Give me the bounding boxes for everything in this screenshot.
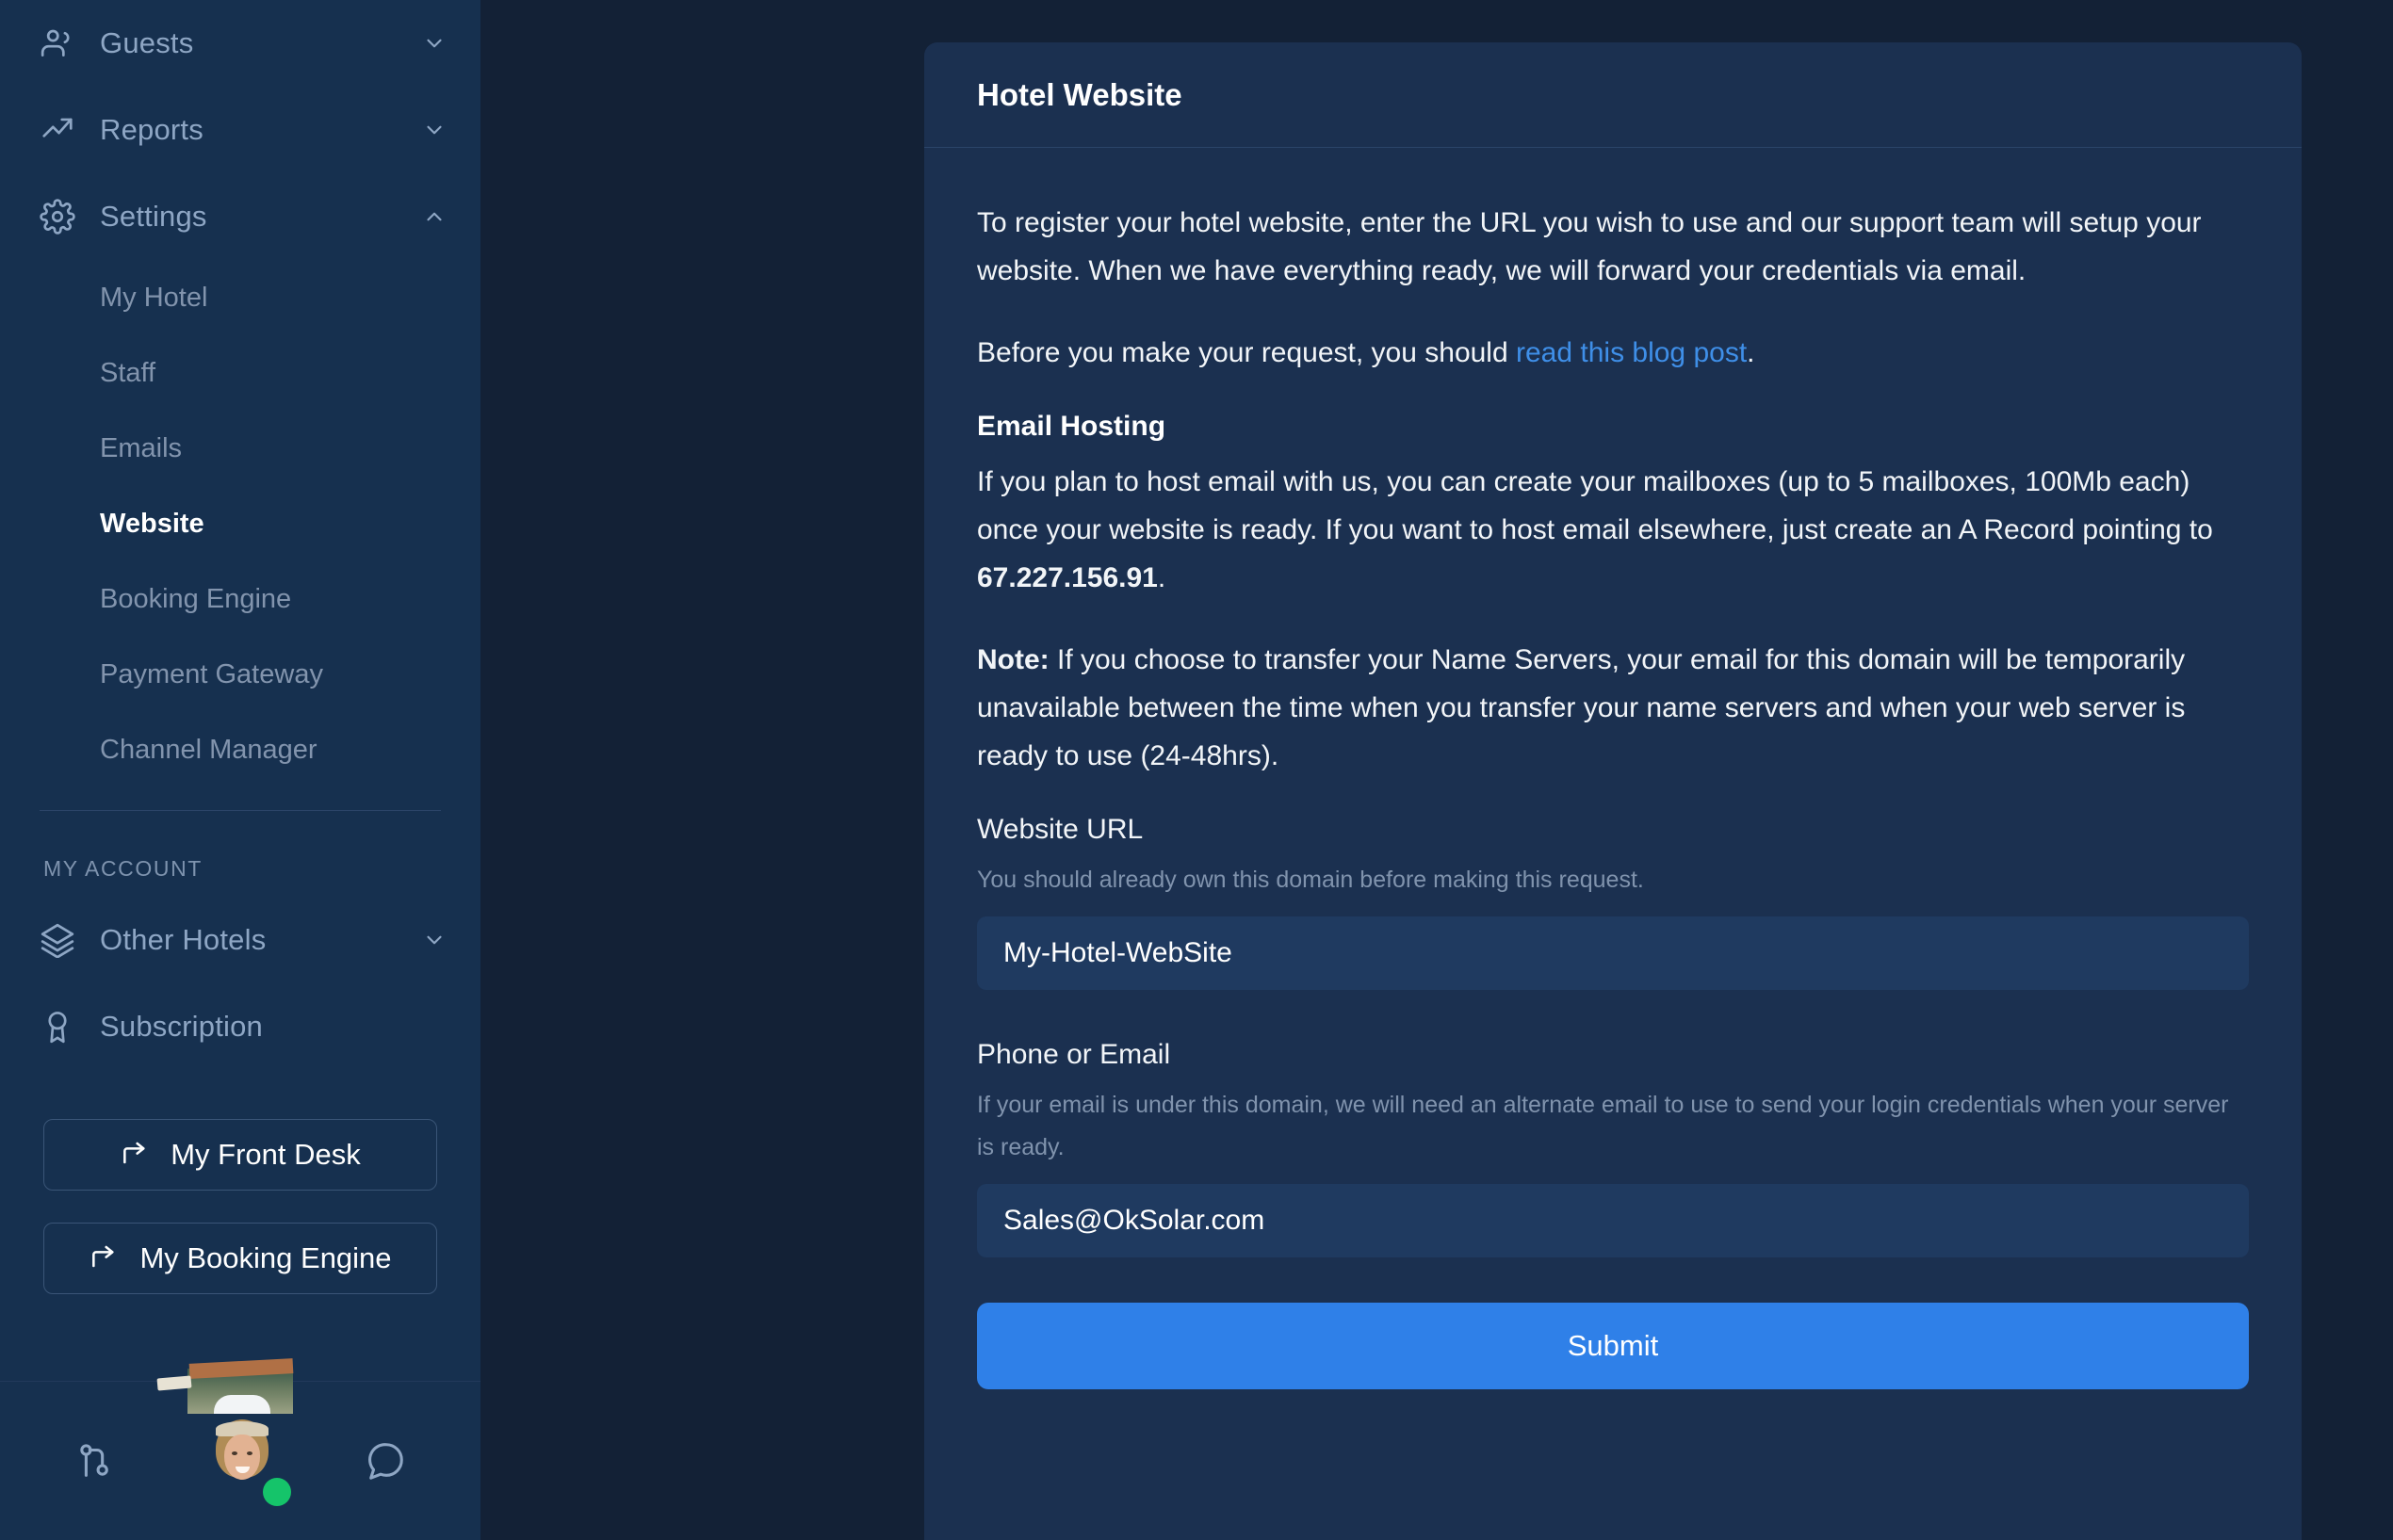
trending-up-icon	[40, 112, 75, 148]
email-hosting-paragraph: If you plan to host email with us, you c…	[977, 458, 2249, 602]
card-body: To register your hotel website, enter th…	[924, 148, 2302, 1389]
external-link-icon	[89, 1243, 119, 1273]
external-link-icon	[120, 1140, 150, 1170]
email-hosting-text: If you plan to host email with us, you c…	[977, 466, 2213, 545]
email-hosting-heading: Email Hosting	[977, 411, 1166, 442]
sidebar-item-label: Settings	[100, 200, 207, 233]
sidebar-item-guests[interactable]: Guests	[0, 0, 480, 87]
sidebar-item-staff[interactable]: Staff	[0, 335, 480, 411]
chevron-up-icon[interactable]	[422, 204, 447, 229]
avatar[interactable]	[156, 1357, 294, 1508]
website-url-input[interactable]	[977, 916, 2249, 990]
sidebar-item-subscription[interactable]: Subscription	[0, 983, 480, 1070]
sidebar-item-booking-engine[interactable]: Booking Engine	[0, 561, 480, 637]
submit-button[interactable]: Submit	[977, 1303, 2249, 1389]
sidebar-item-settings[interactable]: Settings	[0, 173, 480, 260]
chevron-down-icon[interactable]	[422, 118, 447, 142]
app-root: Guests Reports Settings My Hotel Staff E…	[0, 0, 2393, 1540]
sidebar-item-emails[interactable]: Emails	[0, 411, 480, 486]
read-blog-post-link[interactable]: read this blog post	[1516, 337, 1747, 368]
sidebar-subitem-label: My Hotel	[100, 282, 208, 313]
sidebar-item-label: Reports	[100, 113, 203, 146]
intro-paragraph: To register your hotel website, enter th…	[977, 207, 2202, 286]
phone-or-email-input[interactable]	[977, 1184, 2249, 1257]
award-icon	[40, 1009, 75, 1045]
note-text: If you choose to transfer your Name Serv…	[977, 644, 2186, 771]
users-icon	[40, 25, 75, 61]
sidebar-subitem-label: Channel Manager	[100, 734, 317, 765]
sidebar-item-reports[interactable]: Reports	[0, 87, 480, 173]
chevron-down-icon[interactable]	[422, 928, 447, 952]
sidebar-subitem-label: Emails	[100, 432, 183, 463]
sidebar-footer	[0, 1357, 480, 1540]
sidebar-item-label: Guests	[100, 26, 194, 59]
sidebar-item-other-hotels[interactable]: Other Hotels	[0, 897, 480, 983]
sidebar-subitem-label: Staff	[100, 357, 156, 388]
blog-suffix-text: .	[1747, 337, 1755, 368]
button-label: My Booking Engine	[139, 1241, 392, 1274]
layers-icon	[40, 922, 75, 958]
gear-icon	[40, 199, 75, 235]
my-front-desk-button[interactable]: My Front Desk	[43, 1119, 437, 1191]
git-branch-icon[interactable]	[73, 1439, 117, 1483]
blog-prefix-text: Before you make your request, you should	[977, 337, 1516, 368]
chat-bubble-icon[interactable]	[364, 1439, 407, 1483]
my-booking-engine-button[interactable]: My Booking Engine	[43, 1223, 437, 1294]
card-header: Hotel Website	[924, 42, 2302, 148]
phone-or-email-help: If your email is under this domain, we w…	[977, 1092, 2229, 1160]
sidebar-item-channel-manager[interactable]: Channel Manager	[0, 712, 480, 787]
sidebar-item-payment-gateway[interactable]: Payment Gateway	[0, 637, 480, 712]
sidebar-subitem-label: Website	[100, 508, 204, 539]
sidebar-item-my-hotel[interactable]: My Hotel	[0, 260, 480, 335]
email-hosting-suffix: .	[1157, 562, 1166, 593]
sidebar-nav: Guests Reports Settings My Hotel Staff E…	[0, 0, 480, 1294]
website-url-label: Website URL	[977, 814, 1144, 845]
sidebar-scroll-content: Guests Reports Settings My Hotel Staff E…	[0, 0, 480, 1540]
a-record-ip: 67.227.156.91	[977, 562, 1158, 593]
note-paragraph: Note: If you choose to transfer your Nam…	[977, 636, 2249, 780]
phone-or-email-label: Phone or Email	[977, 1039, 1171, 1070]
sidebar-subitem-label: Payment Gateway	[100, 658, 323, 689]
sidebar-item-website[interactable]: Website	[0, 486, 480, 561]
button-label: My Front Desk	[171, 1138, 361, 1171]
sidebar-subitem-label: Booking Engine	[100, 583, 292, 614]
chevron-down-icon[interactable]	[422, 31, 447, 56]
sidebar-item-label: Other Hotels	[100, 923, 267, 956]
status-badge	[263, 1477, 291, 1506]
main-content: Hotel Website To register your hotel web…	[480, 0, 2393, 1540]
website-url-help: You should already own this domain befor…	[977, 867, 1644, 893]
blog-post-paragraph: Before you make your request, you should…	[977, 329, 2249, 377]
sidebar: Guests Reports Settings My Hotel Staff E…	[0, 0, 480, 1540]
sidebar-section-label: MY ACCOUNT	[43, 856, 203, 881]
page-title: Hotel Website	[977, 76, 1182, 112]
sidebar-item-label: Subscription	[100, 1010, 263, 1043]
hotel-website-card: Hotel Website To register your hotel web…	[924, 42, 2302, 1540]
note-label: Note:	[977, 644, 1050, 675]
